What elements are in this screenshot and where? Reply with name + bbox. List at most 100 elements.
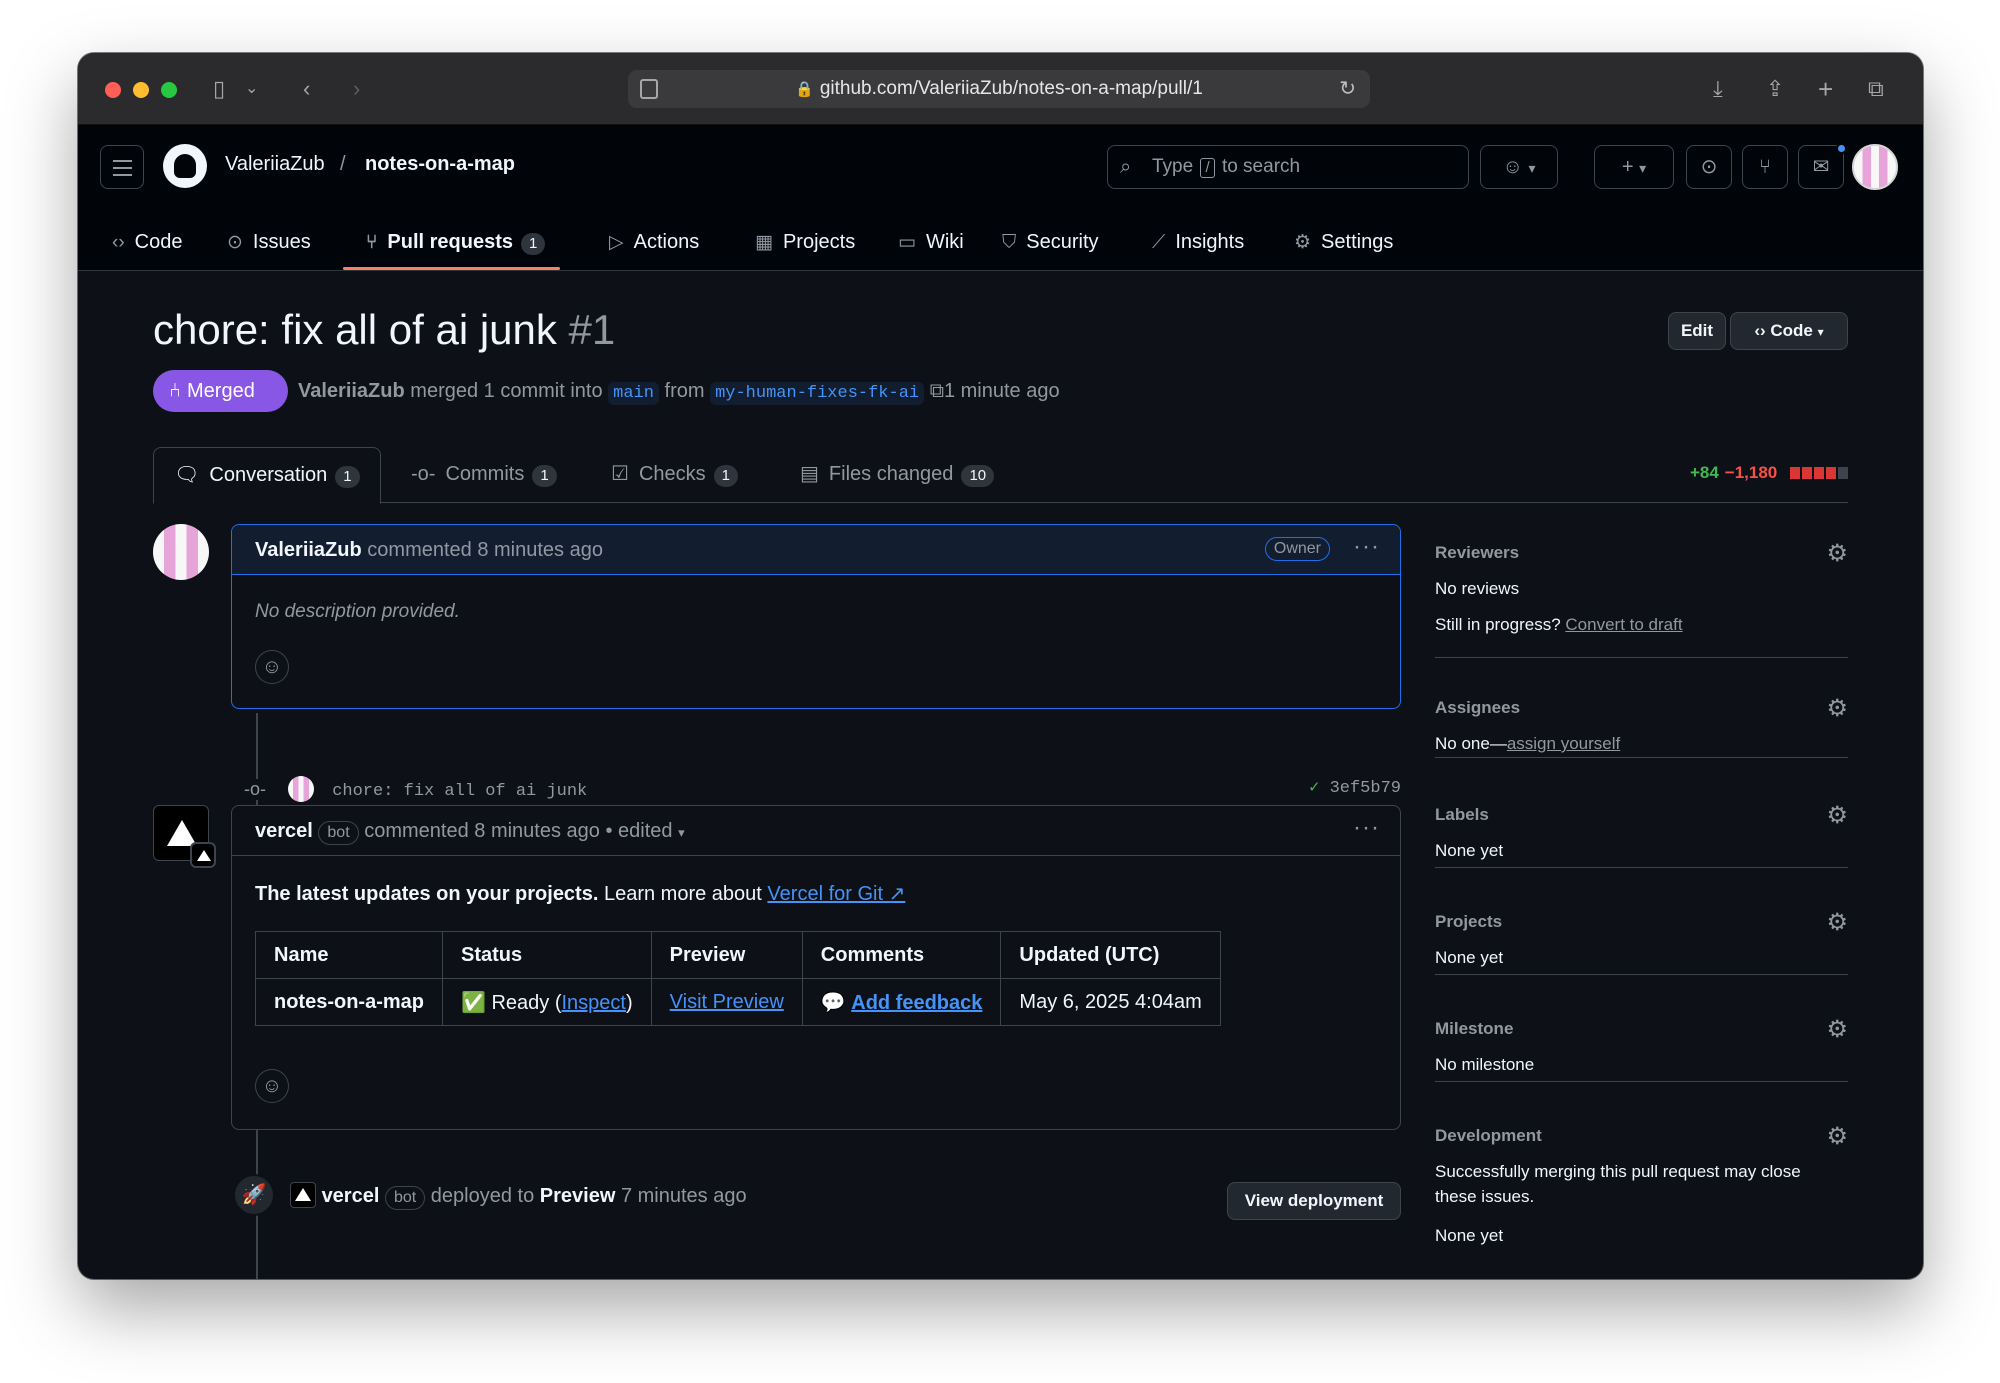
sidebar-toggle-icon[interactable]: ▯ [213, 75, 225, 103]
tab-label: Wiki [925, 231, 964, 253]
gear-icon[interactable]: ⚙ [1826, 801, 1848, 830]
commit-sha[interactable]: 3ef5b79 [1330, 779, 1401, 798]
pr-meta: ValeriiaZub merged 1 commit into main fr… [298, 380, 1060, 405]
inspect-link[interactable]: Inspect [562, 992, 626, 1014]
tab-code[interactable]: ‹› Code [112, 225, 182, 260]
add-reaction-icon[interactable]: ☺ [255, 1069, 289, 1103]
search-shortcut-key: / [1200, 158, 1215, 178]
new-tab-icon[interactable]: + [1818, 75, 1833, 103]
tab-count: 10 [961, 465, 995, 487]
avatar[interactable] [288, 776, 314, 802]
view-deployment-button[interactable]: View deployment [1227, 1182, 1401, 1220]
breadcrumb-repo[interactable]: notes-on-a-map [365, 153, 515, 176]
address-bar[interactable]: 🔒 github.com/ValeriiaZub/notes-on-a-map/p… [628, 70, 1370, 108]
commit-message[interactable]: chore: fix all of ai junk [332, 782, 587, 801]
check-emoji-icon: ✅ [461, 991, 486, 1014]
comment-header: vercel bot commented 8 minutes ago • edi… [232, 806, 1400, 856]
tab-actions[interactable]: ▷ Actions [609, 225, 699, 260]
add-feedback-link[interactable]: Add feedback [851, 992, 982, 1014]
forward-icon[interactable]: › [353, 75, 360, 103]
add-reaction-icon[interactable]: ☺ [255, 650, 289, 684]
convert-to-draft-link[interactable]: Convert to draft [1565, 615, 1682, 634]
section-title: Reviewers [1435, 543, 1520, 562]
section-title: Assignees [1435, 698, 1521, 717]
tab-files-changed[interactable]: ▤ Files changed 10 [800, 447, 995, 503]
assign-yourself-link[interactable]: assign yourself [1507, 734, 1620, 753]
status-cell: ✅ Ready (Inspect) [442, 978, 652, 1026]
tab-conversation[interactable]: 🗨 Conversation 1 [153, 447, 381, 504]
vercel-avatar[interactable] [153, 805, 216, 868]
tab-overview-icon[interactable]: ⧉ [1868, 75, 1884, 103]
github-logo-icon[interactable] [163, 144, 207, 188]
download-icon[interactable]: ⤓ [1713, 75, 1723, 103]
deploy-environment[interactable]: Preview [540, 1185, 616, 1207]
comment-author[interactable]: ValeriiaZub [255, 539, 362, 561]
gear-icon[interactable]: ⚙ [1826, 1015, 1848, 1044]
checklist-icon: ☑ [611, 463, 629, 485]
milestone-section: Milestone ⚙ No milestone [1435, 1016, 1848, 1082]
tab-issues[interactable]: ⊙ Issues [227, 225, 311, 260]
minimize-window-button[interactable] [133, 82, 149, 98]
zoom-window-button[interactable] [161, 82, 177, 98]
browser-toolbar: ▯ ⌄ ‹ › 🔒 github.com/ValeriiaZub/notes-on… [78, 53, 1923, 125]
close-window-button[interactable] [105, 82, 121, 98]
share-icon[interactable]: ⇪ [1766, 75, 1784, 103]
gear-icon[interactable]: ⚙ [1826, 1122, 1848, 1151]
copy-icon[interactable]: ⧉ [930, 380, 944, 402]
reload-icon[interactable]: ↻ [1339, 70, 1356, 108]
tab-security[interactable]: ⛉ Security [1002, 225, 1099, 260]
tab-label: Actions [633, 231, 700, 253]
projects-value: None yet [1435, 948, 1504, 967]
deletions-count: −1,180 [1724, 463, 1778, 482]
comment-time[interactable]: commented 8 minutes ago • edited [364, 820, 672, 842]
avatar[interactable] [153, 524, 209, 580]
gear-icon[interactable]: ⚙ [1826, 539, 1848, 568]
comment-author[interactable]: vercel [255, 820, 313, 842]
inbox-icon: ✉ [1812, 156, 1830, 178]
tab-projects[interactable]: ▦ Projects [755, 225, 855, 260]
code-icon: ‹› [112, 232, 125, 253]
issues-button[interactable]: ⊙ [1686, 145, 1732, 189]
tab-settings[interactable]: ⚙ Settings [1294, 225, 1393, 260]
diffstat-block [1826, 467, 1836, 479]
bot-badge: bot [384, 1186, 426, 1210]
gear-icon[interactable]: ⚙ [1826, 694, 1848, 723]
edit-button[interactable]: Edit [1668, 312, 1726, 350]
tab-insights[interactable]: ⟋ Insights [1152, 225, 1244, 260]
pull-requests-button[interactable]: ⑂ [1742, 145, 1788, 189]
back-icon[interactable]: ‹ [303, 75, 310, 103]
assignees-section: Assignees ⚙ No one—assign yourself [1435, 695, 1848, 758]
breadcrumb-owner[interactable]: ValeriiaZub [225, 153, 325, 176]
tab-count: 1 [532, 465, 557, 487]
diffstat: +84 −1,180 [1690, 463, 1848, 483]
menu-button[interactable] [100, 145, 144, 189]
chevron-down-icon[interactable]: ⌄ [245, 75, 258, 103]
create-new-button[interactable]: + ▾ [1594, 145, 1674, 189]
tab-pull-requests[interactable]: ⑂ Pull requests 1 [366, 225, 546, 260]
column-header: Preview [650, 931, 803, 979]
search-input[interactable]: ⌕ Type / to search [1107, 145, 1469, 189]
tab-wiki[interactable]: ▭ Wiki [898, 225, 964, 260]
tab-label: Pull requests [387, 231, 514, 253]
from-text: from [664, 380, 705, 402]
additions-count: +84 [1689, 463, 1719, 482]
deploy-author[interactable]: vercel [322, 1185, 380, 1207]
kebab-menu-icon[interactable]: ··· [1353, 806, 1380, 850]
gear-icon[interactable]: ⚙ [1826, 908, 1848, 937]
user-avatar[interactable] [1852, 144, 1898, 190]
visit-preview-link[interactable]: Visit Preview [670, 991, 784, 1013]
tab-commits[interactable]: -o- Commits 1 [411, 447, 557, 503]
base-branch[interactable]: main [608, 382, 659, 405]
vercel-for-git-link[interactable]: Vercel for Git ↗ [767, 883, 905, 905]
head-branch[interactable]: my-human-fixes-fk-ai [710, 382, 925, 405]
vercel-logo-icon[interactable] [290, 1182, 316, 1208]
code-button[interactable]: ‹› Code ▾ [1730, 312, 1848, 350]
comment-time: commented 8 minutes ago [367, 539, 603, 561]
check-icon[interactable]: ✓ [1309, 779, 1319, 798]
kebab-menu-icon[interactable]: ··· [1353, 525, 1380, 569]
page-title: chore: fix all of ai junk #1 [153, 306, 615, 354]
tab-checks[interactable]: ☑ Checks 1 [611, 447, 738, 503]
copilot-button[interactable]: ☺ ▾ [1480, 145, 1558, 189]
chevron-down-icon[interactable]: ▾ [678, 825, 685, 840]
pr-author[interactable]: ValeriiaZub [298, 380, 405, 402]
